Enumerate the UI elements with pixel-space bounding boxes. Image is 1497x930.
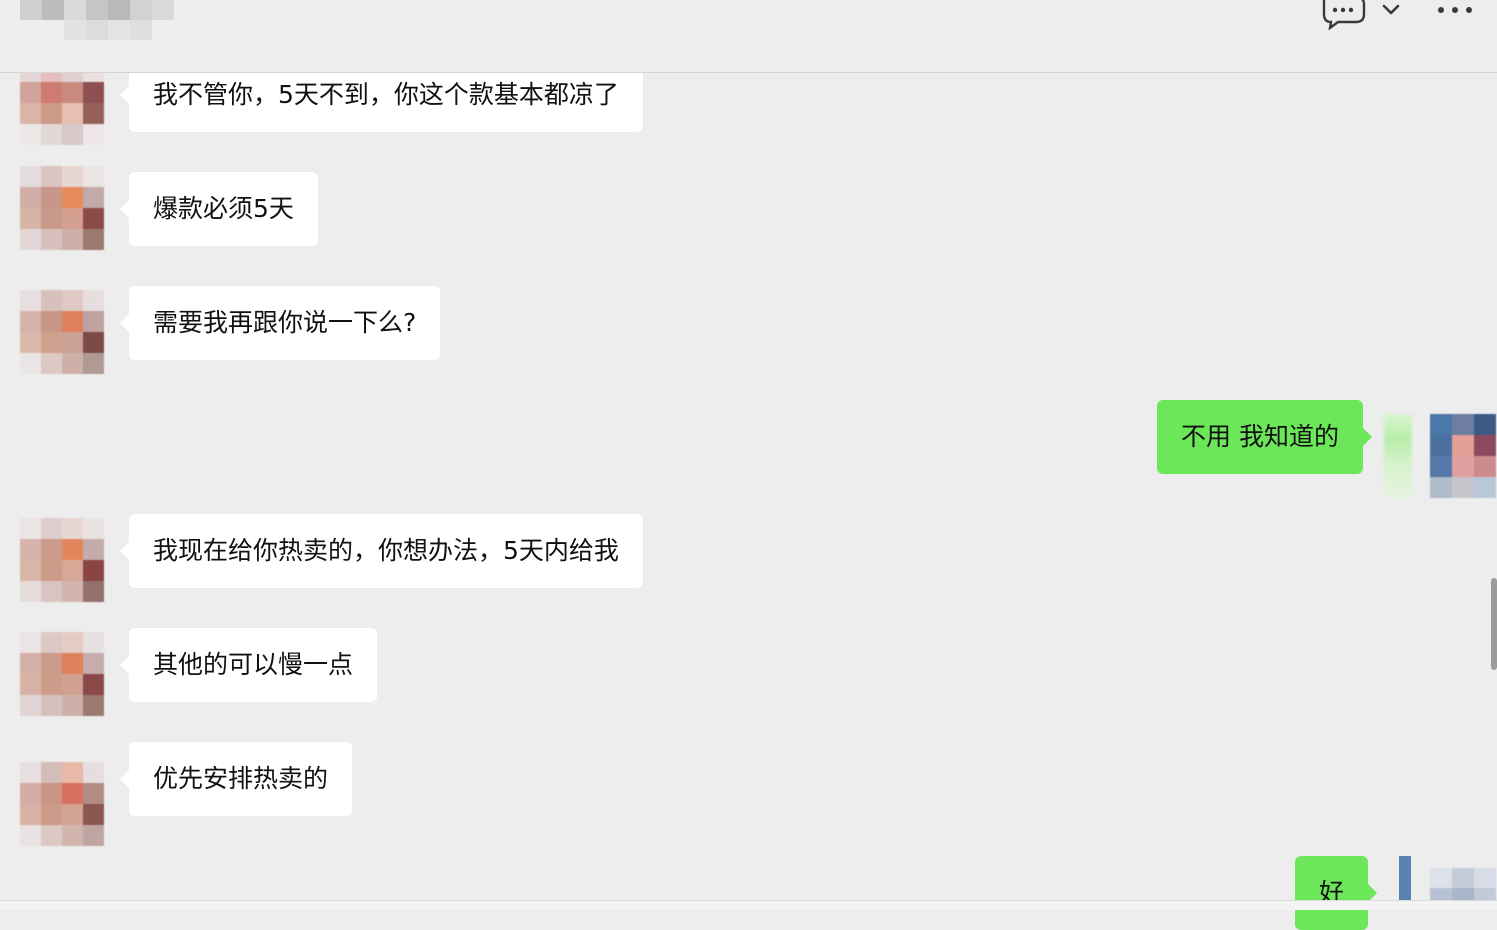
chat-bubble-icon[interactable] [1320,0,1366,30]
scrollbar[interactable] [1491,578,1497,670]
avatar[interactable] [20,762,104,846]
more-icon[interactable] [1434,0,1476,22]
message-bubble-incoming[interactable]: 其他的可以慢一点 [119,628,378,702]
avatar[interactable] [20,166,104,250]
blurred-strip [1384,414,1412,498]
avatar[interactable] [20,290,104,374]
avatar[interactable] [1430,414,1496,498]
message-bubble-outgoing[interactable]: 不用 我知道的 [1157,400,1372,474]
message-bubble-incoming[interactable]: 我现在给你热卖的，你想办法，5天内给我 [120,514,643,588]
avatar[interactable] [20,61,104,145]
chevron-down-icon[interactable] [1380,0,1402,22]
message-bubble-incoming[interactable]: 优先安排热卖的 [119,742,353,816]
message-bubble-outgoing[interactable]: 好 [1295,856,1378,930]
message-bubble-incoming[interactable]: 需要我再跟你说一下么? [119,286,441,360]
avatar[interactable] [20,518,104,602]
chat-title-blurred [18,0,198,44]
blurred-strip [1399,856,1411,900]
message-bubble-incoming[interactable]: 爆款必须5天 [120,172,318,246]
chat-header [0,0,1497,73]
avatar[interactable] [20,632,104,716]
